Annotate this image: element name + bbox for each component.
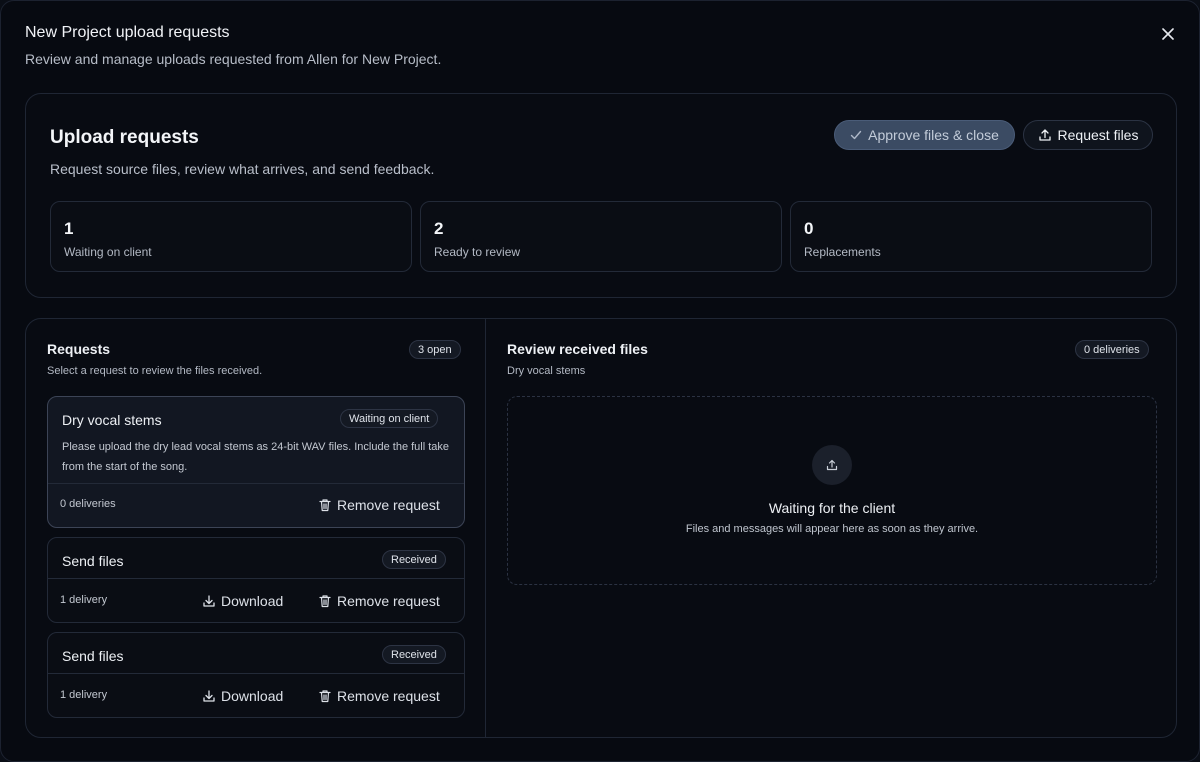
request-divider [48, 673, 464, 674]
requests-subtitle: Select a request to review the files rec… [47, 365, 263, 377]
remove-request-label: Remove request [337, 593, 440, 609]
summary-card: Upload requests Request source files, re… [25, 93, 1177, 298]
stat-label: Replacements [804, 245, 881, 259]
download-button[interactable]: Download [202, 686, 283, 706]
request-files-button[interactable]: Request files [1023, 120, 1153, 150]
download-label: Download [221, 593, 284, 609]
delivery-count: 1 delivery [60, 689, 108, 701]
approve-files-label: Approve files & close [868, 127, 999, 143]
delivery-count: 0 deliveries [60, 498, 116, 510]
stat-waiting-on-client: 1 Waiting on client [50, 201, 412, 272]
remove-request-button[interactable]: Remove request [318, 686, 440, 706]
download-icon [203, 595, 215, 607]
open-count-badge: 3 open [409, 340, 461, 359]
remove-request-label: Remove request [337, 497, 440, 513]
remove-request-button[interactable]: Remove request [318, 591, 440, 611]
review-subtitle: Dry vocal stems [507, 365, 586, 377]
empty-state-title: Waiting for the client [768, 500, 896, 516]
trash-icon [319, 499, 331, 512]
upload-icon [1038, 129, 1051, 141]
modal-subtitle: Review and manage uploads requested from… [25, 51, 442, 67]
status-badge: Received [382, 550, 446, 569]
stat-label: Ready to review [434, 245, 521, 259]
delivery-count: 1 delivery [60, 594, 108, 606]
close-button[interactable] [1157, 23, 1179, 45]
remove-request-label: Remove request [337, 688, 440, 704]
request-divider [48, 483, 464, 484]
trash-icon [319, 595, 331, 608]
request-title: Send files [62, 553, 124, 569]
trash-icon [319, 690, 331, 703]
modal-title: New Project upload requests [25, 24, 230, 41]
received-files-dropzone: Waiting for the client Files and message… [507, 396, 1157, 585]
status-badge: Waiting on client [340, 409, 439, 428]
stat-replacements: 0 Replacements [790, 201, 1152, 272]
empty-state-subtitle: Files and messages will appear here as s… [685, 523, 979, 535]
request-divider [48, 578, 464, 579]
deliveries-badge: 0 deliveries [1075, 340, 1149, 359]
requests-review-card: Requests Select a request to review the … [25, 318, 1177, 738]
stat-ready-to-review: 2 Ready to review [420, 201, 782, 272]
request-description: Please upload the dry lead vocal stems a… [62, 441, 450, 473]
close-icon [1162, 28, 1174, 40]
status-badge: Received [382, 645, 446, 664]
request-title: Dry vocal stems [62, 412, 162, 428]
request-title: Send files [62, 648, 124, 664]
stat-label: Waiting on client [64, 245, 152, 259]
stat-value: 2 [434, 219, 444, 238]
summary-subtitle: Request source files, review what arrive… [50, 161, 435, 177]
summary-title: Upload requests [50, 127, 199, 148]
request-card-dry-vocal-stems[interactable]: Dry vocal stems Waiting on client Please… [47, 396, 465, 528]
stat-value: 0 [804, 219, 814, 238]
request-card-send-files[interactable]: Send files Received 1 delivery Download … [47, 537, 465, 623]
request-card-send-files[interactable]: Send files Received 1 delivery Download … [47, 632, 465, 718]
upload-status-badge [812, 445, 852, 485]
download-label: Download [221, 688, 284, 704]
stat-value: 1 [64, 219, 74, 238]
review-title: Review received files [507, 341, 648, 357]
remove-request-button[interactable]: Remove request [318, 495, 440, 515]
request-files-label: Request files [1057, 127, 1139, 143]
check-icon [850, 130, 862, 140]
download-button[interactable]: Download [202, 591, 283, 611]
upload-icon [826, 459, 838, 471]
requests-title: Requests [47, 341, 111, 357]
panel-divider [485, 319, 486, 737]
download-icon [203, 690, 215, 702]
upload-requests-modal: New Project upload requests Review and m… [0, 0, 1200, 762]
approve-files-button[interactable]: Approve files & close [834, 120, 1015, 150]
